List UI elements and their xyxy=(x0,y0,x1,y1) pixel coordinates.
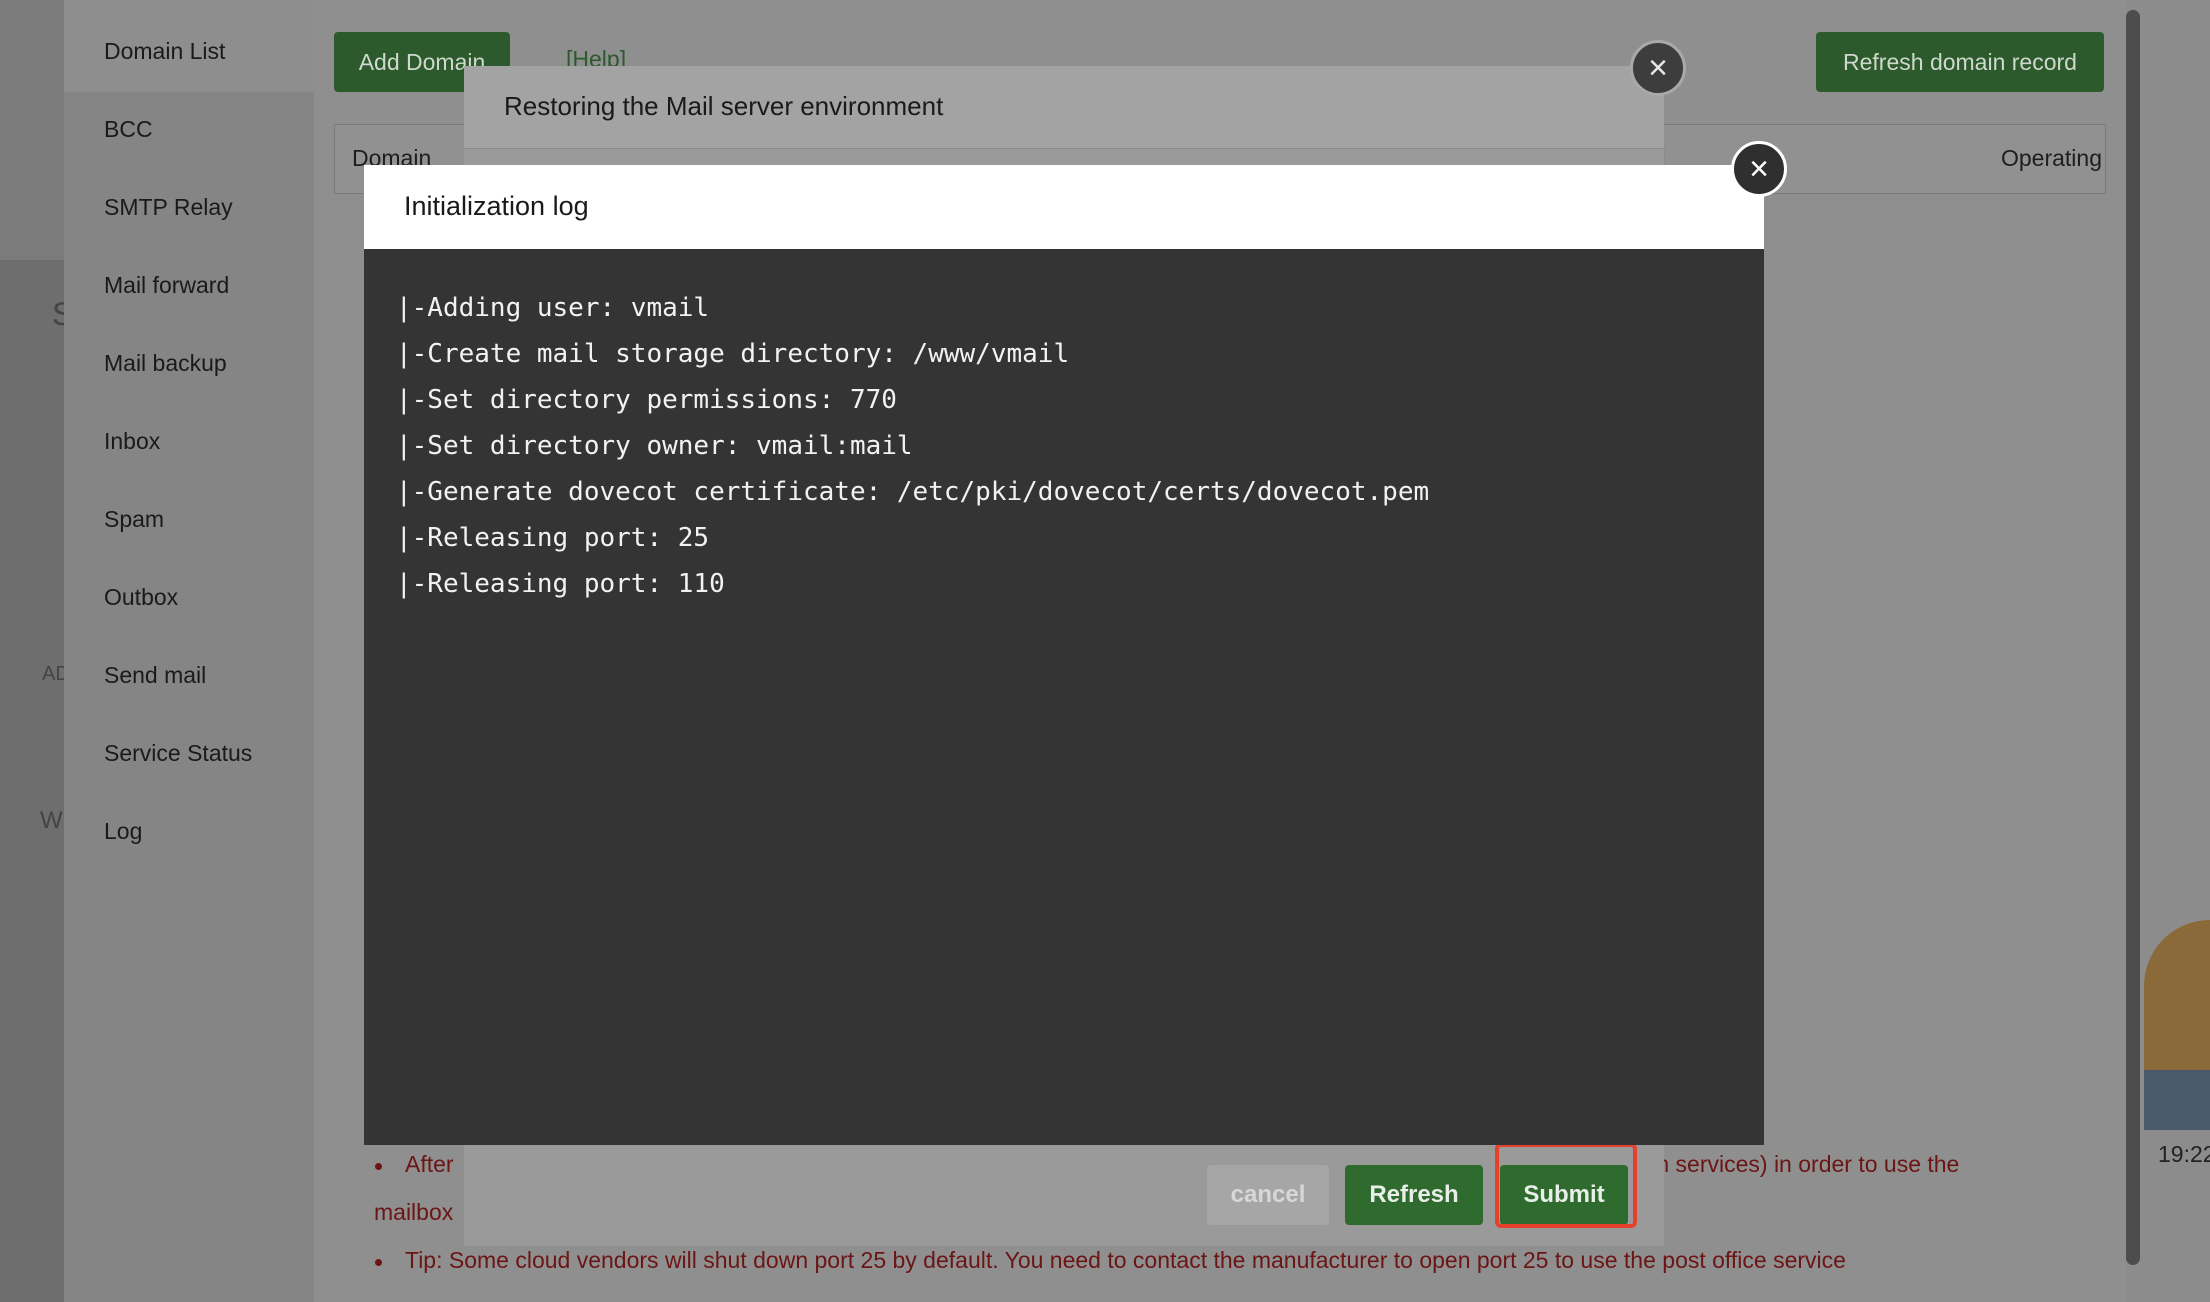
sidebar-item-bcc[interactable]: BCC xyxy=(104,116,153,143)
log-output: |-Adding user: vmail |-Create mail stora… xyxy=(396,285,1429,607)
log-modal-title: Initialization log xyxy=(404,191,589,221)
note-mailbox-text: mailbox xyxy=(374,1199,454,1225)
note-after-tail-text: m services) in order to use the xyxy=(1650,1151,1960,1177)
refresh-domain-record-button[interactable]: Refresh domain record xyxy=(1816,32,2104,92)
sidebar-item-outbox[interactable]: Outbox xyxy=(104,584,178,611)
submit-highlight-box xyxy=(1495,1143,1637,1228)
note-after-text: After xyxy=(405,1151,454,1177)
cancel-button[interactable]: cancel xyxy=(1207,1165,1329,1225)
sidebar-item-log[interactable]: Log xyxy=(104,818,142,845)
column-header-operating: Operating xyxy=(2000,145,2102,171)
log-line: |-Releasing port: 110 xyxy=(396,569,725,599)
log-line: |-Set directory owner: vmail:mail xyxy=(396,431,913,461)
log-line: |-Set directory permissions: 770 xyxy=(396,385,897,415)
sidebar-item-mail-forward[interactable]: Mail forward xyxy=(104,272,229,299)
sidebar-item-spam[interactable]: Spam xyxy=(104,506,164,533)
note-bullet xyxy=(375,1163,382,1170)
close-icon: × xyxy=(1648,49,1668,87)
close-icon: × xyxy=(1749,150,1769,188)
log-line: |-Generate dovecot certificate: /etc/pki… xyxy=(396,477,1430,507)
background-left-cards xyxy=(0,260,64,1302)
log-line: |-Adding user: vmail xyxy=(396,293,710,323)
log-line: |-Create mail storage directory: /www/vm… xyxy=(396,339,1070,369)
window-scrollbar[interactable] xyxy=(2126,10,2140,1265)
background-w-text: W xyxy=(40,807,63,834)
mail-sidebar: Domain List BCC SMTP Relay Mail forward … xyxy=(64,0,314,1302)
sidebar-item-service-status[interactable]: Service Status xyxy=(104,740,252,767)
sidebar-item-smtp-relay[interactable]: SMTP Relay xyxy=(104,194,233,221)
background-chart-time-label: 19:22 xyxy=(2158,1141,2210,1167)
log-modal-close-icon[interactable]: × xyxy=(1731,141,1787,197)
restore-modal-close-icon[interactable]: × xyxy=(1630,40,1686,96)
sidebar-item-inbox[interactable]: Inbox xyxy=(104,428,160,455)
background-chart-fragment-blue xyxy=(2144,1070,2210,1130)
note-tip-text: Tip: Some cloud vendors will shut down p… xyxy=(405,1247,1846,1273)
sidebar-item-mail-backup[interactable]: Mail backup xyxy=(104,350,227,377)
restore-modal-title: Restoring the Mail server environment xyxy=(504,91,944,121)
sidebar-item-send-mail[interactable]: Send mail xyxy=(104,662,206,689)
note-bullet xyxy=(375,1259,382,1266)
refresh-button[interactable]: Refresh xyxy=(1345,1165,1483,1225)
log-line: |-Releasing port: 25 xyxy=(396,523,710,553)
sidebar-item-domain-list[interactable]: Domain List xyxy=(104,38,225,65)
